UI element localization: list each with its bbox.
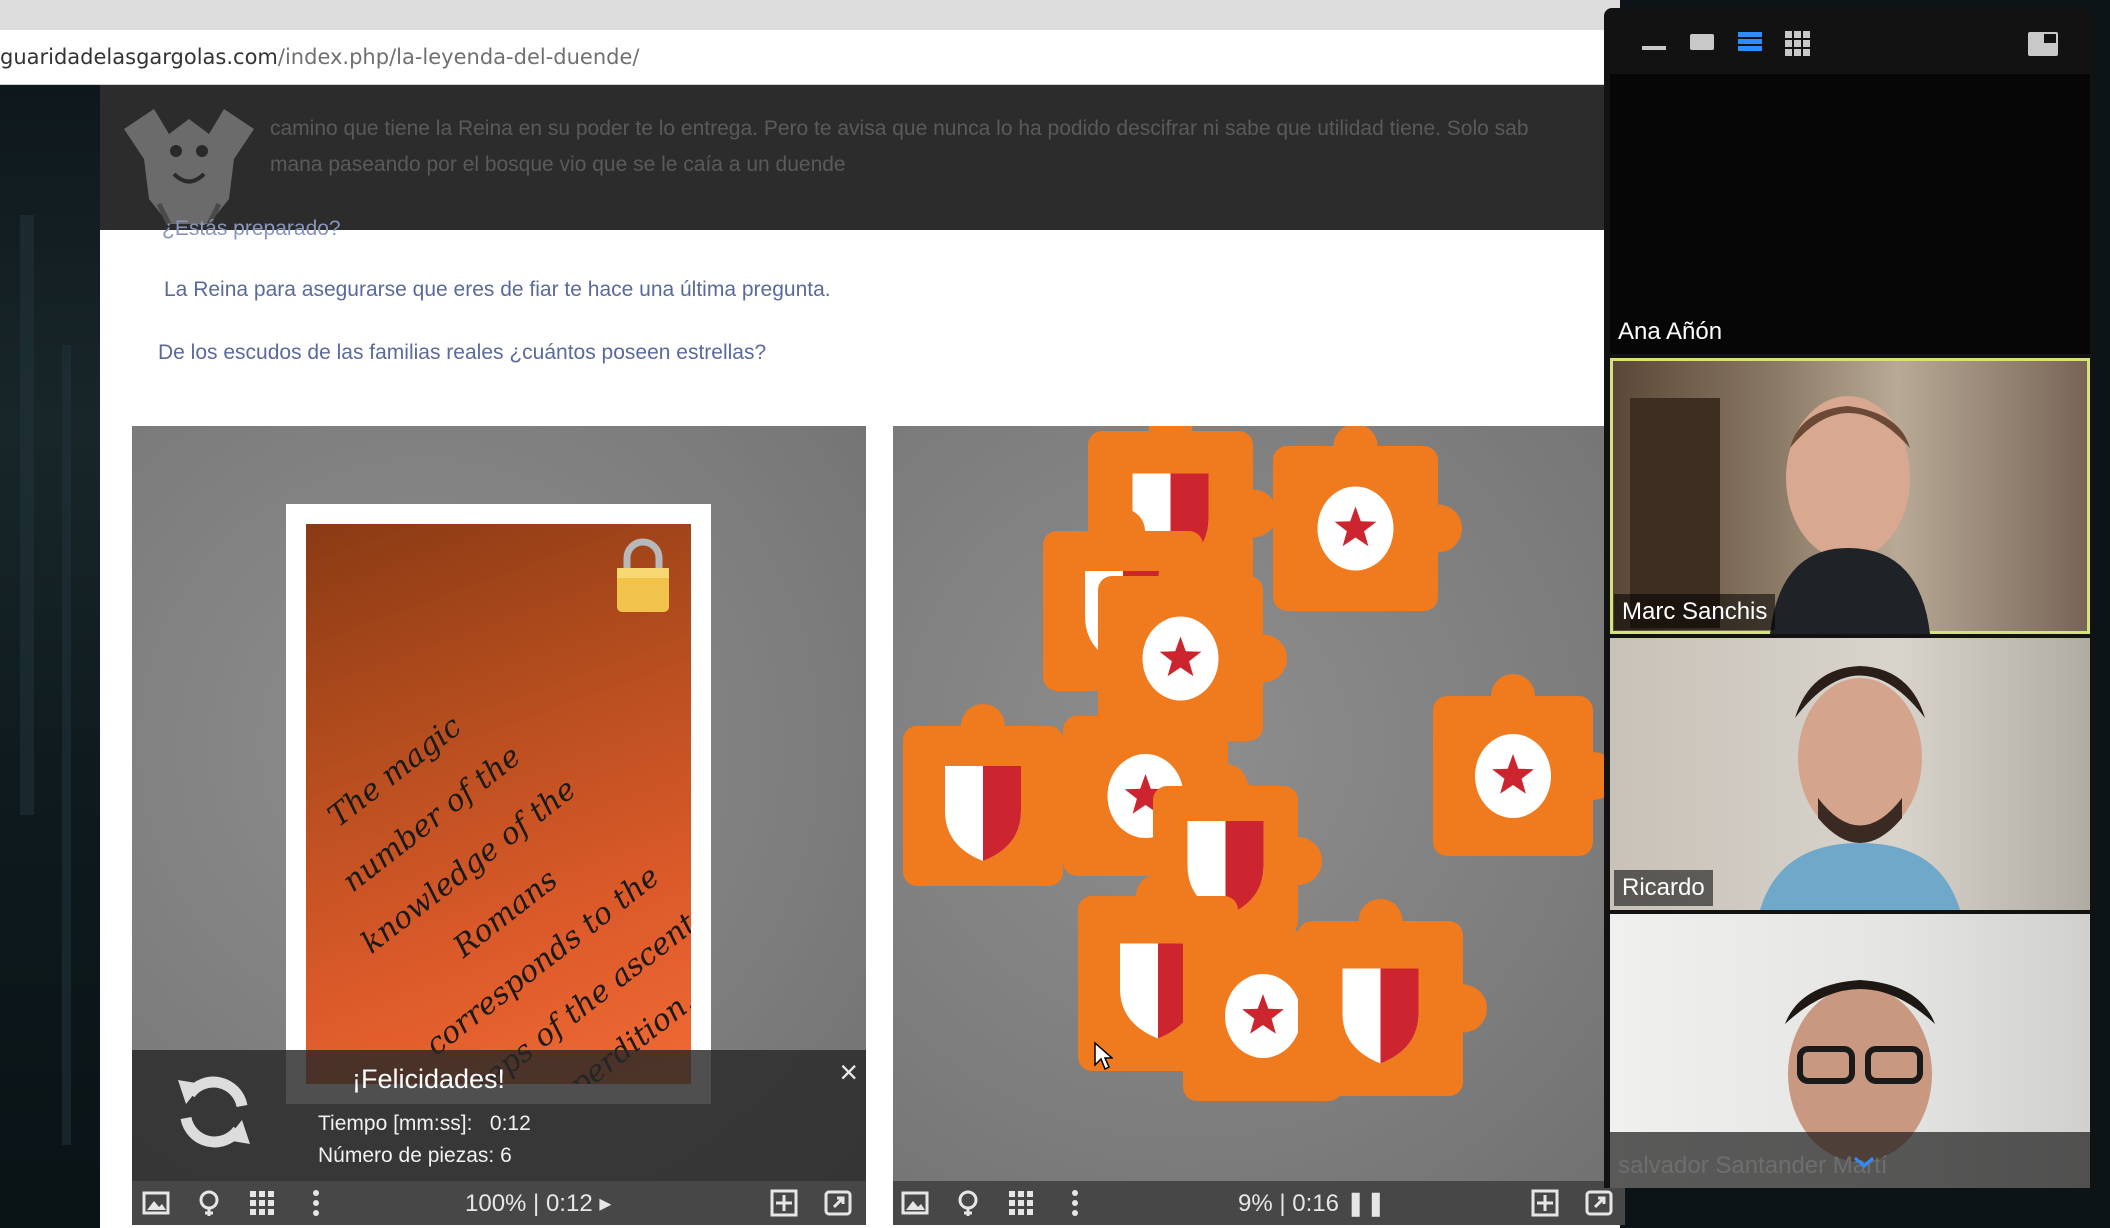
participant-tile[interactable]: Ricardo (1610, 638, 2090, 910)
more-options-icon[interactable] (1061, 1189, 1089, 1217)
speaker-view-icon[interactable] (1688, 30, 1716, 54)
participant-name: Ricardo (1614, 870, 1713, 906)
site-header: camino que tiene la Reina en su poder te… (100, 85, 1620, 230)
puzzle-image-frame: The magic number of the knowledge of the… (286, 504, 711, 1104)
image-icon[interactable] (901, 1189, 929, 1217)
card-text: The magic number of the knowledge of the… (306, 619, 691, 1084)
left-puzzle-toolbar: 100% | 0:12 ▸ (132, 1181, 866, 1225)
participant-tile[interactable]: Ana Añón (1610, 74, 2090, 354)
fullscreen-icon[interactable] (824, 1189, 852, 1217)
tree-trunk (20, 215, 34, 815)
queen-question-intro: La Reina para asegurarse que eres de fia… (164, 278, 831, 301)
padlock-icon (617, 538, 669, 612)
gallery-view-icon[interactable] (1784, 30, 1812, 58)
queen-question: De los escudos de las familias reales ¿c… (158, 341, 767, 364)
grid-icon[interactable] (1007, 1189, 1035, 1217)
video-call-sidebar: Ana Añón Marc Sanchis Ricardo salvador S… (1604, 8, 2094, 1188)
time-value: 0:12 (489, 1112, 531, 1135)
zoom-timer-status: 100% | 0:12 ▸ (465, 1190, 612, 1217)
participant-name: Ana Añón (1618, 318, 1723, 345)
time-label: Tiempo [mm:ss]: (318, 1112, 473, 1135)
tree-trunk (62, 345, 71, 1145)
mouse-cursor-icon (1094, 1041, 1113, 1071)
zoom-timer-status: 9% | 0:16 ❚❚ (1238, 1190, 1386, 1217)
right-puzzle-toolbar: 9% | 0:16 ❚❚ (893, 1181, 1625, 1225)
magic-number-card: The magic number of the knowledge of the… (306, 524, 691, 1084)
puzzle-piece[interactable] (903, 704, 1087, 886)
participant-name: Marc Sanchis (1614, 594, 1776, 630)
pieces-value: 6 (500, 1144, 512, 1167)
participant-video (1630, 396, 1930, 634)
minimize-view-icon[interactable] (1640, 30, 1668, 54)
grid-icon[interactable] (248, 1189, 276, 1217)
congrats-title: ¡Felicidades! (352, 1064, 506, 1094)
header-text-line2: mana paseando por el bosque vio que se l… (270, 153, 846, 176)
gargoyle-logo[interactable] (114, 89, 264, 229)
partial-question-text: ¿Estás preparado? (162, 217, 341, 240)
puzzle-shape-icon[interactable] (195, 1189, 223, 1217)
shuffle-pieces-icon[interactable] (1531, 1189, 1559, 1217)
fullscreen-icon[interactable] (1585, 1189, 1613, 1217)
url-domain: guaridadelasgargolas.com (0, 45, 278, 69)
participant-tile[interactable]: salvador Santander Martí (1610, 914, 2090, 1188)
view-controls (1604, 8, 2094, 78)
puzzle-shape-icon[interactable] (954, 1189, 982, 1217)
browser-tabstrip (0, 0, 1620, 30)
pieces-label: Número de piezas: (318, 1144, 495, 1167)
participant-tile[interactable]: Marc Sanchis (1610, 358, 2090, 634)
url-path: /index.php/la-leyenda-del-duende/ (277, 45, 640, 69)
time-row: Tiempo [mm:ss]: 0:12 (318, 1112, 531, 1136)
puzzle-piece[interactable] (1433, 674, 1617, 856)
strip-view-icon[interactable] (1736, 30, 1764, 54)
pieces-row: Número de piezas: 6 (318, 1144, 512, 1168)
forest-background (0, 85, 100, 1228)
shuffle-pieces-icon[interactable] (770, 1189, 798, 1217)
solved-puzzle-panel[interactable]: The magic number of the knowledge of the… (132, 426, 866, 1225)
address-bar[interactable]: guaridadelasgargolas.com/index.php/la-le… (0, 30, 1620, 85)
more-options-icon[interactable] (302, 1189, 330, 1217)
close-button[interactable]: × (839, 1054, 858, 1091)
puzzle-piece[interactable] (1298, 899, 1487, 1096)
puzzle-pieces-canvas[interactable] (893, 426, 1625, 1181)
active-puzzle-panel[interactable]: 9% | 0:16 ❚❚ (893, 426, 1625, 1225)
refresh-icon[interactable] (172, 1070, 256, 1154)
participant-video (1610, 980, 2090, 1188)
scroll-down-chevron-icon[interactable] (1853, 1156, 1875, 1168)
puzzle-piece[interactable] (1273, 426, 1462, 611)
congrats-overlay: ¡Felicidades! Tiempo [mm:ss]: 0:12 Númer… (132, 1050, 866, 1181)
image-icon[interactable] (142, 1189, 170, 1217)
header-text-line1: camino que tiene la Reina en su poder te… (270, 117, 1529, 140)
exit-mini-view-icon[interactable] (2026, 30, 2060, 58)
